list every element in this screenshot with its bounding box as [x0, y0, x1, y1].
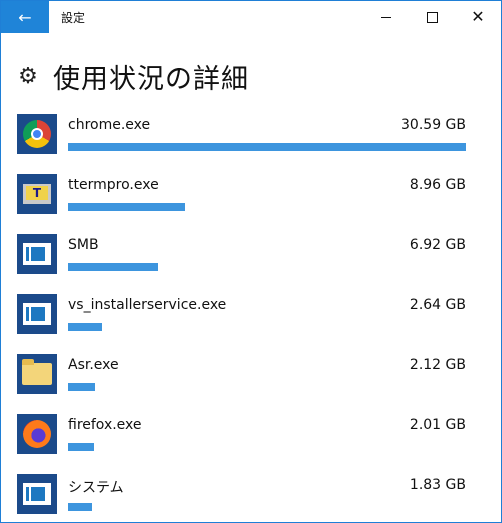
list-item[interactable]: SMB 6.92 GB	[17, 234, 469, 294]
page-title: 使用状況の詳細	[53, 64, 249, 95]
list-item[interactable]: firefox.exe 2.01 GB	[17, 414, 469, 474]
teraterm-icon: T	[17, 174, 57, 214]
chrome-icon	[17, 114, 57, 154]
app-size: 6.92 GB	[409, 237, 466, 253]
window-title: 設定	[61, 11, 86, 25]
minimize-button[interactable]	[363, 1, 409, 33]
list-item[interactable]: システム 1.83 GB	[17, 474, 469, 522]
close-button[interactable]: ✕	[455, 1, 501, 33]
list-item[interactable]: Asr.exe 2.12 GB	[17, 354, 469, 414]
maximize-icon	[426, 11, 438, 23]
usage-bar	[68, 263, 158, 271]
settings-window: ← 設定 ✕ ⚙ 使用状況の詳細 chrome.exe 30.59 GB T t…	[0, 0, 502, 523]
app-usage-list: chrome.exe 30.59 GB T ttermpro.exe 8.96 …	[17, 114, 469, 522]
list-item[interactable]: T ttermpro.exe 8.96 GB	[17, 174, 469, 234]
usage-bar	[68, 323, 102, 331]
window-app-icon	[17, 294, 57, 334]
app-size: 1.83 GB	[409, 477, 466, 493]
back-button[interactable]: ←	[1, 1, 49, 33]
window-app-icon	[17, 474, 57, 514]
app-size: 30.59 GB	[401, 117, 466, 133]
title-bar: ← 設定 ✕	[1, 1, 501, 33]
close-icon: ✕	[471, 7, 485, 26]
folder-icon	[17, 354, 57, 394]
app-name: chrome.exe	[68, 117, 151, 133]
app-size: 2.01 GB	[409, 417, 466, 433]
usage-bar	[68, 383, 95, 391]
usage-bar	[68, 503, 92, 511]
app-size: 2.64 GB	[409, 297, 466, 313]
app-name: firefox.exe	[68, 417, 142, 433]
window-app-icon	[17, 234, 57, 274]
app-name: ttermpro.exe	[68, 177, 159, 193]
usage-bar	[68, 143, 466, 151]
maximize-button[interactable]	[409, 1, 455, 33]
list-item[interactable]: chrome.exe 30.59 GB	[17, 114, 469, 174]
app-name: Asr.exe	[68, 357, 119, 373]
usage-bar	[68, 203, 185, 211]
minimize-icon	[381, 16, 391, 18]
app-name: システム	[68, 480, 124, 496]
back-arrow-icon: ←	[18, 7, 32, 27]
usage-bar	[68, 443, 94, 451]
app-name: SMB	[68, 237, 99, 253]
list-item[interactable]: vs_installerservice.exe 2.64 GB	[17, 294, 469, 354]
firefox-icon	[17, 414, 57, 454]
app-name: vs_installerservice.exe	[68, 297, 227, 313]
app-size: 2.12 GB	[409, 357, 466, 373]
app-size: 8.96 GB	[409, 177, 466, 193]
gear-icon: ⚙	[18, 63, 38, 89]
page-header: ⚙ 使用状況の詳細	[17, 57, 249, 96]
